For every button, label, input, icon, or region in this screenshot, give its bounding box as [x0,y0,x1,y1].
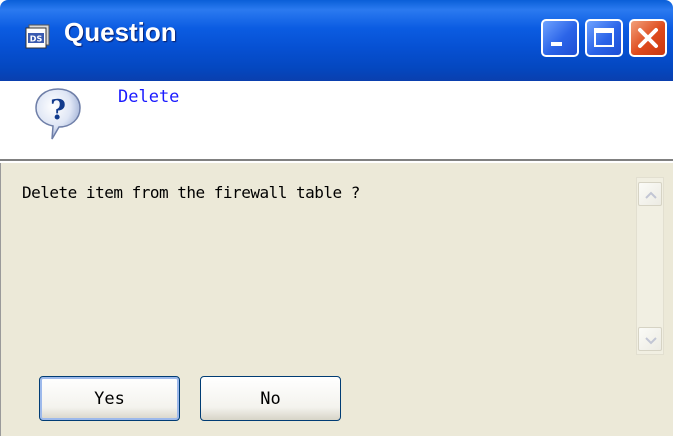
close-icon [638,28,658,48]
chevron-down-icon [645,337,657,345]
header-title: Delete [118,87,180,107]
title-bar[interactable]: DS Question [0,0,673,81]
dialog-header [0,81,673,161]
no-button[interactable]: No [200,376,341,421]
svg-text:DS: DS [30,35,43,44]
scroll-down-button[interactable] [638,327,662,351]
minimize-icon [551,42,562,46]
close-button[interactable] [629,19,667,57]
question-icon: ? [34,87,82,141]
maximize-button[interactable] [585,19,623,57]
ds-app-icon: DS [25,24,51,50]
maximize-icon [594,28,614,47]
minimize-button[interactable] [541,19,579,57]
window-title: Question [64,17,177,47]
svg-text:?: ? [50,95,66,126]
question-dialog: DS Question ? Delete Delete item from th… [0,0,673,436]
message-text: Delete item from the firewall table ? [22,183,360,202]
scroll-up-button[interactable] [638,182,662,206]
yes-button[interactable]: Yes [39,376,180,421]
chevron-up-icon [645,191,657,199]
